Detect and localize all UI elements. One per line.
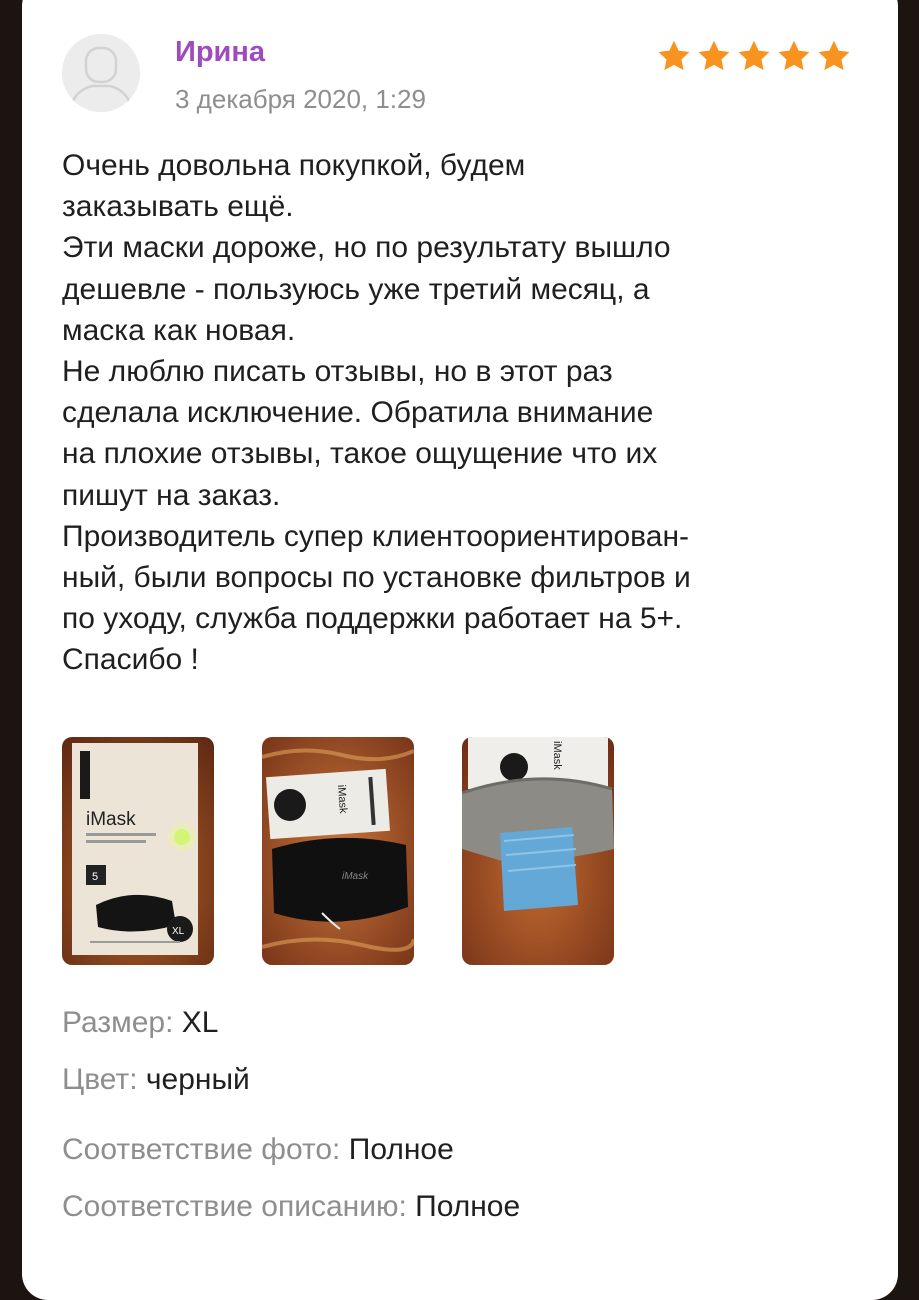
attribute-label: Цвет: bbox=[62, 1063, 138, 1096]
review-paragraph: Эти маски дороже, но по результату вышло… bbox=[62, 231, 671, 347]
review-photo-3[interactable]: iMask bbox=[462, 737, 614, 965]
review-card: Ирина 3 декабря 2020, 1:29 Очень довольн… bbox=[22, 0, 898, 1300]
attribute-label: Соответствие фото: bbox=[62, 1133, 341, 1166]
package-brand: iMask bbox=[86, 809, 136, 830]
package-count: 5 bbox=[92, 871, 98, 883]
attribute-value: XL bbox=[181, 1006, 219, 1039]
attribute-label: Соответствие описанию: bbox=[62, 1190, 407, 1223]
review-paragraph: Очень довольна покупкой, будем заказыват… bbox=[62, 149, 526, 224]
size-badge: XL bbox=[172, 926, 185, 937]
attribute-value: Полное bbox=[415, 1190, 521, 1223]
star-rating bbox=[656, 38, 852, 74]
review-photo-2[interactable]: iMask iMask bbox=[262, 737, 414, 965]
attribute-color: Цвет: черный bbox=[62, 1063, 250, 1097]
review-photo-1[interactable]: iMask 5 XL bbox=[62, 737, 214, 965]
review-date: 3 декабря 2020, 1:29 bbox=[175, 84, 426, 114]
attribute-value: черный bbox=[145, 1063, 250, 1096]
mask-brand: iMask bbox=[342, 871, 369, 882]
package-side-label: iMask bbox=[551, 741, 563, 770]
attribute-size: Размер: XL bbox=[62, 1006, 219, 1040]
star-icon bbox=[778, 40, 810, 71]
author-name[interactable]: Ирина bbox=[175, 36, 265, 69]
star-icon bbox=[698, 40, 730, 71]
review-text: Очень довольна покупкой, будем заказыват… bbox=[62, 145, 862, 681]
avatar[interactable] bbox=[62, 34, 140, 112]
star-icon bbox=[818, 40, 850, 71]
package-side-label: iMask bbox=[335, 784, 349, 814]
review-paragraph: Производитель супер клиентоориентирован-… bbox=[62, 519, 691, 677]
user-placeholder-icon bbox=[62, 34, 140, 112]
review-paragraph: Не люблю писать отзывы, но в этот раз сд… bbox=[62, 355, 658, 512]
attribute-value: Полное bbox=[348, 1133, 454, 1166]
star-icon bbox=[658, 40, 690, 71]
review-photos: iMask 5 XL iMask iMask iMask bbox=[62, 737, 614, 965]
attribute-description-match: Соответствие описанию: Полное bbox=[62, 1190, 520, 1224]
attribute-label: Размер: bbox=[62, 1006, 174, 1039]
attribute-photo-match: Соответствие фото: Полное bbox=[62, 1133, 454, 1167]
star-icon bbox=[738, 40, 770, 71]
